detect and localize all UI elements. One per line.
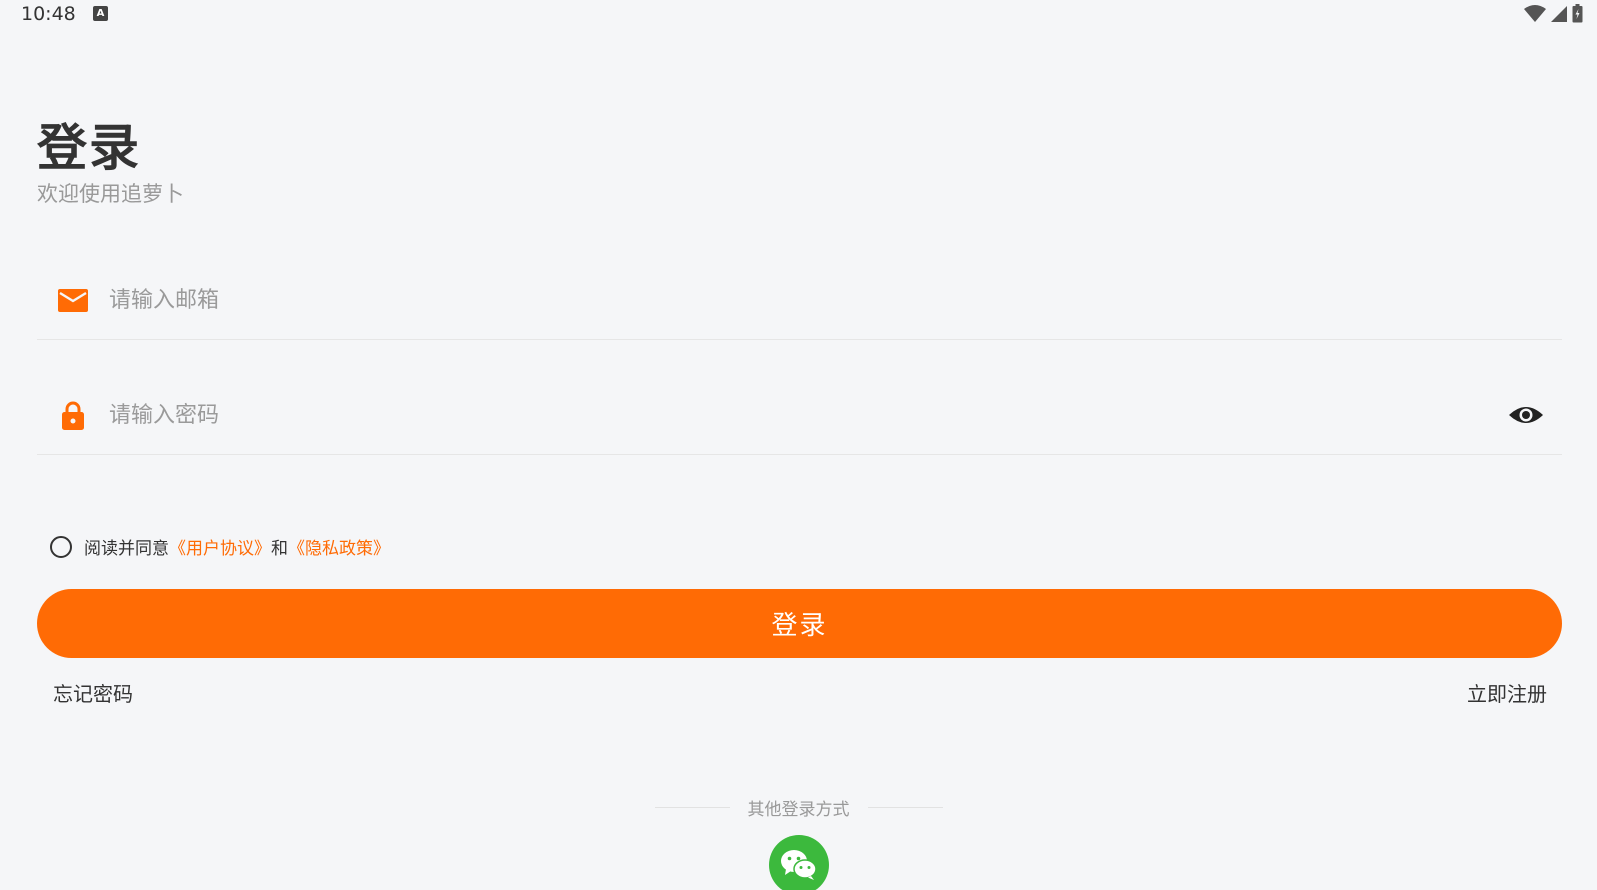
status-time: 10:48 xyxy=(21,3,76,25)
battery-icon xyxy=(1572,4,1583,23)
wechat-icon xyxy=(781,850,817,880)
status-indicators xyxy=(1524,4,1583,23)
signal-icon xyxy=(1551,5,1567,22)
privacy-policy-link[interactable]: 《隐私政策》 xyxy=(288,534,390,559)
mail-icon xyxy=(58,289,88,312)
agreement-row: 阅读并同意 《用户协议》 和 《隐私政策》 xyxy=(50,534,390,559)
password-input[interactable] xyxy=(109,391,1469,439)
email-field-row xyxy=(37,260,1562,340)
login-screen: 10:48 A 登录 欢迎使用追萝卜 请输入邮箱 阅读并同意 《用户协议》 和 … xyxy=(0,0,1597,890)
login-button[interactable]: 登录 xyxy=(37,589,1562,658)
password-field-row xyxy=(37,375,1562,455)
other-login-label: 其他登录方式 xyxy=(747,800,850,820)
divider-line-left xyxy=(654,807,730,808)
lock-icon xyxy=(62,401,84,430)
wechat-login-button[interactable] xyxy=(769,835,829,890)
other-login-divider: 其他登录方式 xyxy=(0,795,1597,820)
wifi-icon xyxy=(1524,4,1546,22)
keyboard-app-icon: A xyxy=(93,6,108,21)
agreement-prefix: 阅读并同意 xyxy=(84,539,169,559)
email-input[interactable] xyxy=(109,276,1469,324)
page-subtitle: 欢迎使用追萝卜 xyxy=(37,182,184,206)
page-title: 登录 xyxy=(37,119,141,177)
status-bar: 10:48 A xyxy=(0,0,1597,30)
agreement-conjunction: 和 xyxy=(271,539,288,559)
divider-line-right xyxy=(867,807,943,808)
register-link[interactable]: 立即注册 xyxy=(1467,678,1547,707)
eye-icon[interactable] xyxy=(1508,397,1544,433)
user-agreement-link[interactable]: 《用户协议》 xyxy=(169,534,271,559)
forgot-password-link[interactable]: 忘记密码 xyxy=(53,678,133,707)
agreement-checkbox[interactable] xyxy=(50,535,72,558)
